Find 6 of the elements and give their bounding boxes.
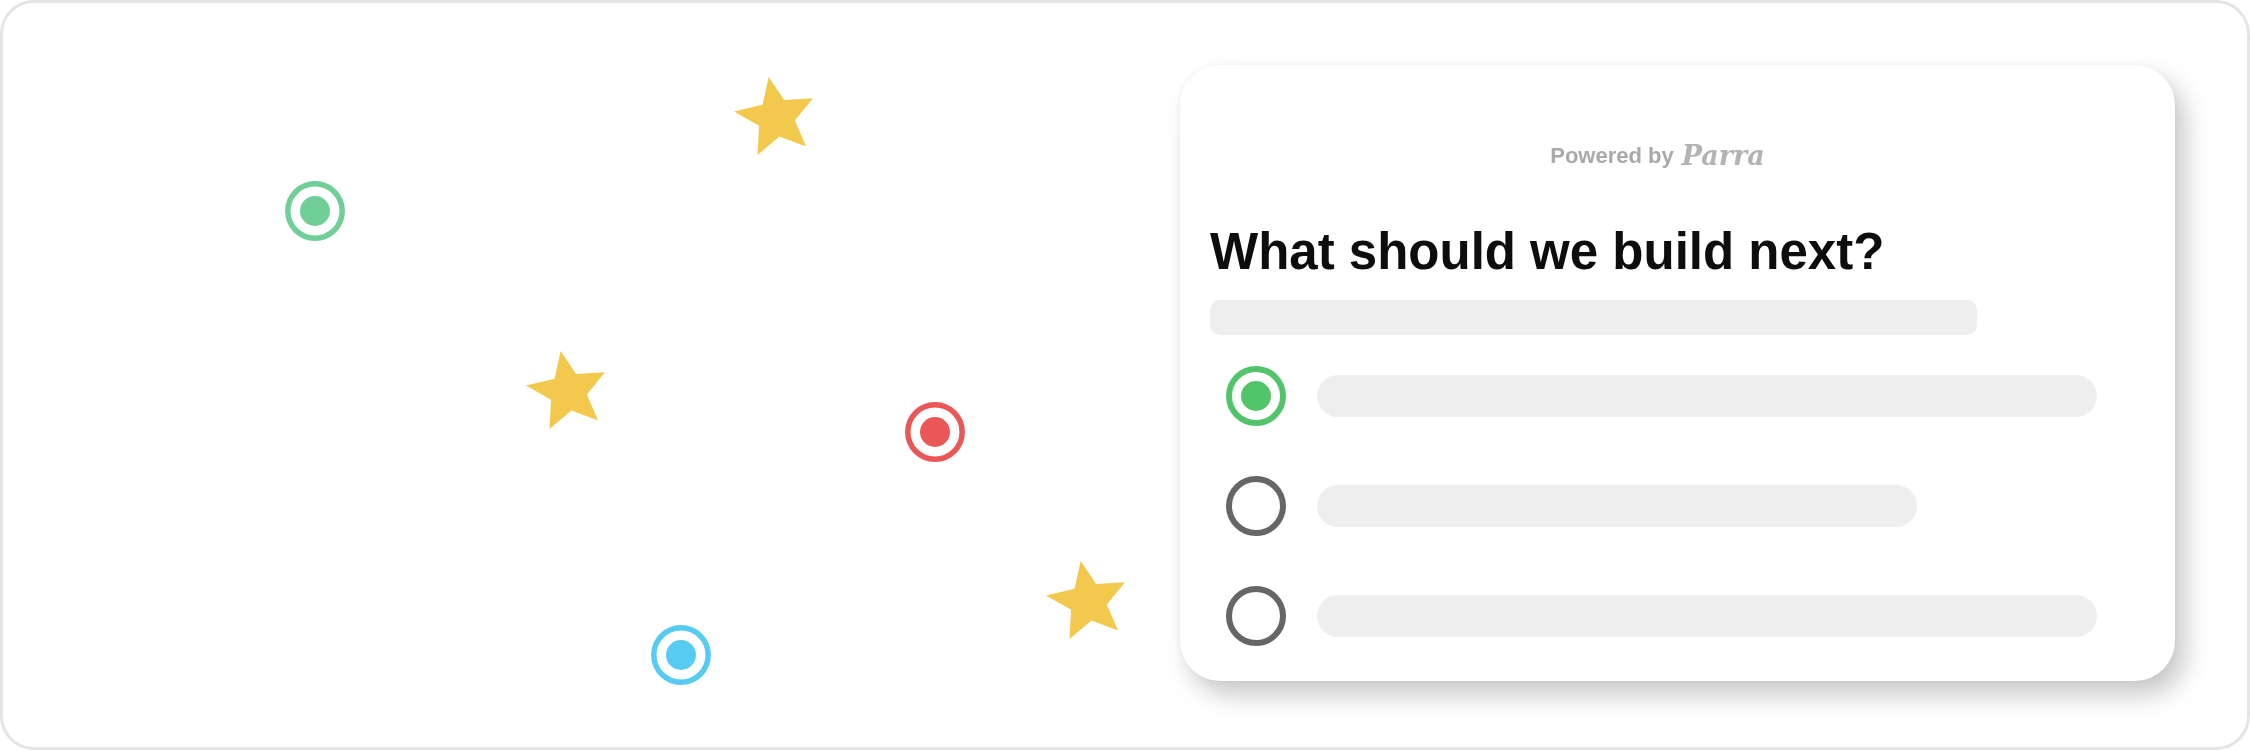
brand-logo: Parra bbox=[1681, 141, 1765, 171]
powered-by-label: Powered by bbox=[1550, 142, 1674, 170]
radio-button[interactable] bbox=[1226, 586, 1286, 646]
radio-button[interactable] bbox=[1226, 476, 1286, 536]
question-title: What should we build next? bbox=[1210, 222, 1886, 282]
radio-button[interactable] bbox=[1226, 366, 1286, 426]
